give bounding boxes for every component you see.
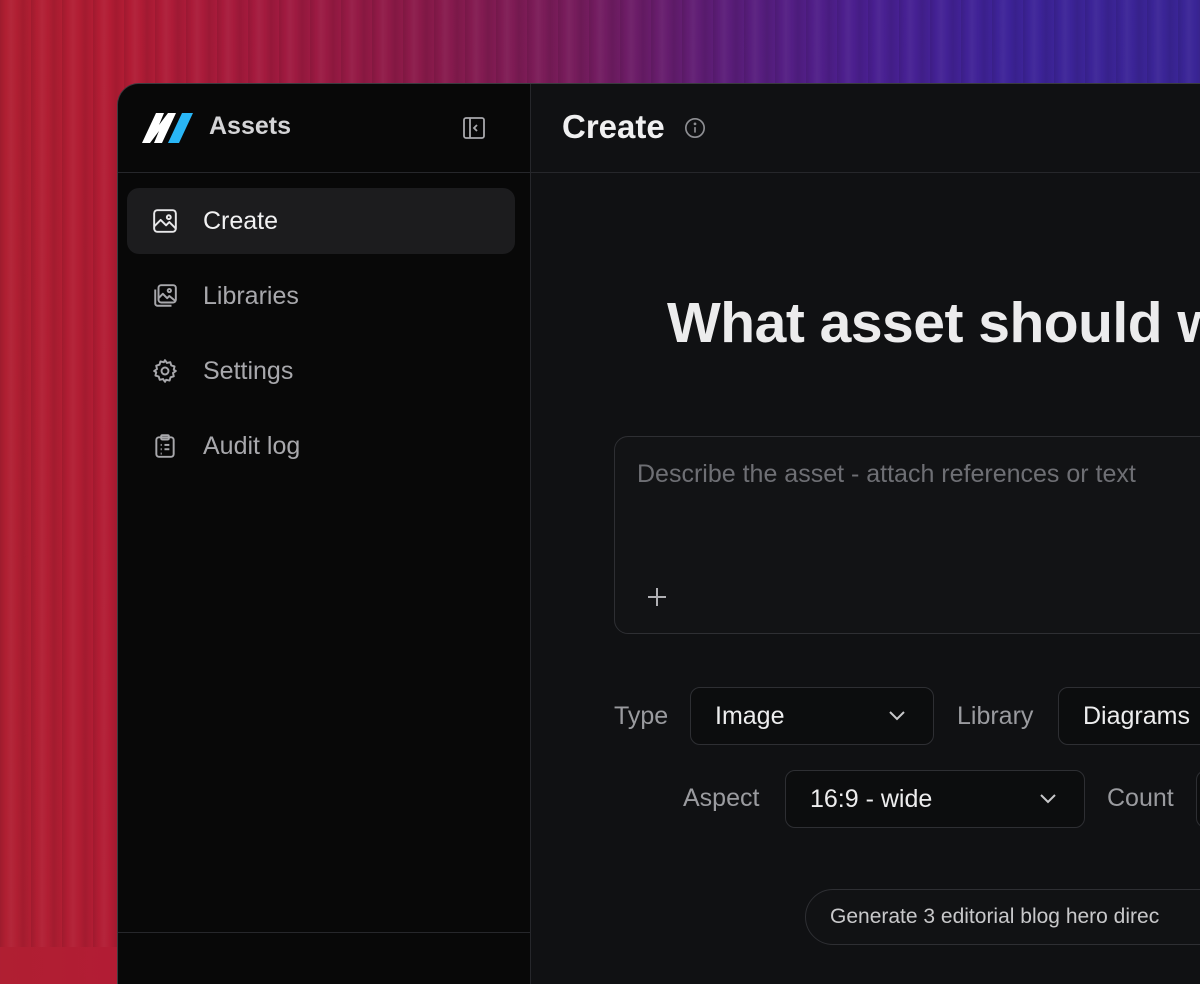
sidebar-item-settings[interactable]: Settings <box>127 338 515 404</box>
page-title: Create <box>562 108 665 145</box>
logo-icon <box>142 113 193 143</box>
suggestion-text: Generate 3 editorial blog hero direc <box>830 905 1160 928</box>
library-select[interactable]: Diagrams <box>1058 687 1200 745</box>
type-select[interactable]: Image <box>690 687 934 745</box>
image-icon <box>151 207 179 235</box>
clipboard-list-icon <box>151 432 179 460</box>
image-stack-icon <box>151 282 179 310</box>
sidebar-item-audit-log[interactable]: Audit log <box>127 413 515 479</box>
collapse-sidebar-button[interactable] <box>460 114 488 142</box>
plus-icon <box>648 588 666 606</box>
sidebar-item-label: Create <box>203 206 279 235</box>
sidebar-item-libraries[interactable]: Libraries <box>127 263 515 329</box>
sidebar-item-label: Libraries <box>203 281 299 310</box>
chevron-down-icon <box>1040 794 1056 804</box>
app-title: Assets <box>209 112 291 140</box>
gear-icon <box>151 357 179 385</box>
sidebar-header: Assets <box>118 84 530 173</box>
aspect-select[interactable]: 16:9 - wide <box>785 770 1085 828</box>
main-panel: Create What asset should w Type Image <box>531 84 1200 984</box>
sidebar-item-label: Audit log <box>203 431 301 460</box>
add-attachment-button[interactable] <box>641 581 673 613</box>
suggestion-chip[interactable]: Generate 3 editorial blog hero direc <box>805 889 1200 945</box>
prompt-box <box>614 436 1200 634</box>
prompt-input[interactable] <box>635 459 1200 490</box>
headline: What asset should w <box>667 291 1200 355</box>
library-label: Library <box>957 702 1034 730</box>
aspect-label: Aspect <box>683 784 760 812</box>
sidebar-nav: Create Libraries Settings Audit log <box>127 188 515 488</box>
aspect-select-value: 16:9 - wide <box>810 784 933 813</box>
count-select[interactable] <box>1196 770 1200 828</box>
sidebar: Assets Create Libraries Settings Audit l… <box>118 84 531 984</box>
sidebar-toggle-icon <box>463 117 485 139</box>
library-select-value: Diagrams <box>1083 701 1190 730</box>
info-icon[interactable] <box>683 116 707 140</box>
sidebar-item-label: Settings <box>203 356 294 385</box>
main-header: Create <box>531 84 1200 173</box>
sidebar-footer-divider <box>118 932 530 933</box>
app-window: Assets Create Libraries Settings Audit l… <box>117 83 1200 984</box>
type-select-value: Image <box>715 701 785 730</box>
chevron-down-icon <box>889 711 905 721</box>
sidebar-item-create[interactable]: Create <box>127 188 515 254</box>
type-label: Type <box>614 702 669 730</box>
count-label: Count <box>1107 784 1174 812</box>
